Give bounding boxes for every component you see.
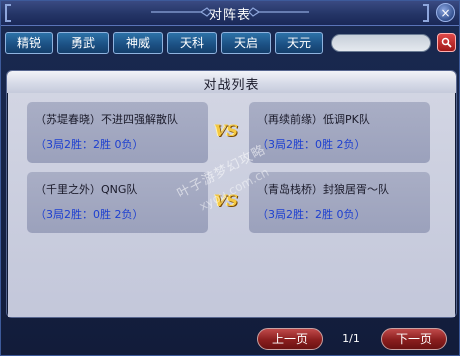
window-title: 对阵表 (208, 8, 251, 23)
close-button[interactable]: × (436, 3, 455, 22)
tab-tianyuan[interactable]: 天元 (275, 32, 323, 54)
team-name: （千里之外）QNG队 (35, 183, 138, 196)
team-record: （3局2胜：0胜 2负） (257, 138, 366, 151)
team-name: （苏堤春晓）不进四强解散队 (35, 113, 178, 126)
corner-ornament-icon (423, 4, 429, 22)
tab-jingrui[interactable]: 精锐 (5, 32, 53, 54)
panel-title: 对战列表 (203, 78, 260, 93)
search-button[interactable] (437, 33, 456, 52)
team-name: （再续前缘）低调PK队 (257, 113, 370, 126)
vs-emblem: VS (214, 121, 238, 140)
battle-schedule-window: 对阵表 × 精锐 勇武 神威 天科 天启 天元 对战列表 （苏堤春晓）不进四强解… (0, 0, 460, 356)
tab-tianke[interactable]: 天科 (167, 32, 217, 54)
search-input[interactable] (331, 34, 431, 52)
tab-yongwu[interactable]: 勇武 (57, 32, 109, 54)
tab-tianqi[interactable]: 天启 (221, 32, 271, 54)
prev-page-button[interactable]: 上一页 (257, 328, 323, 350)
next-page-button[interactable]: 下一页 (381, 328, 447, 350)
search-icon (441, 37, 452, 48)
title-bar[interactable]: 对阵表 × (1, 1, 459, 26)
title-ornament-right-icon (249, 7, 309, 17)
match-list: （苏堤春晓）不进四强解散队 （3局2胜：2胜 0负） VS （再续前缘）低调PK… (8, 93, 455, 317)
team-card-left[interactable]: （苏堤春晓）不进四强解散队 （3局2胜：2胜 0负） (27, 102, 208, 163)
panel-header: 对战列表 (7, 71, 456, 93)
page-indicator: 1/1 (342, 332, 360, 345)
team-record: （3局2胜：2胜 0负） (257, 208, 366, 221)
team-record: （3局2胜：0胜 2负） (35, 208, 144, 221)
team-record: （3局2胜：2胜 0负） (35, 138, 144, 151)
close-icon: × (440, 6, 451, 20)
team-name: （青岛栈桥）封狼居胥～队 (257, 183, 389, 196)
team-card-right[interactable]: （再续前缘）低调PK队 （3局2胜：0胜 2负） (249, 102, 430, 163)
team-card-right[interactable]: （青岛栈桥）封狼居胥～队 （3局2胜：2胜 0负） (249, 172, 430, 233)
tab-shenwei[interactable]: 神威 (113, 32, 163, 54)
